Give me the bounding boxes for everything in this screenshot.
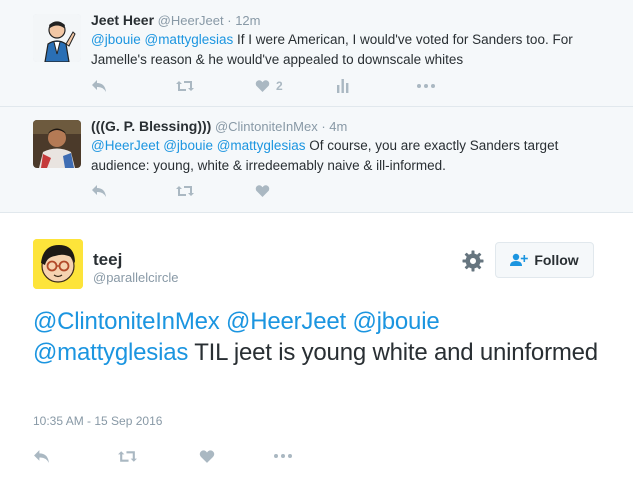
like-icon[interactable] xyxy=(199,447,273,465)
retweet-icon[interactable] xyxy=(175,182,255,200)
author-fullname[interactable]: teej xyxy=(93,250,122,270)
analytics-icon[interactable] xyxy=(337,77,417,95)
avatar[interactable] xyxy=(33,14,81,62)
mention-links[interactable]: @jbouie @mattyglesias xyxy=(91,32,233,47)
reply-header: (((G. P. Blessing))) @ClintoniteInMex · … xyxy=(91,118,347,134)
reply-icon[interactable] xyxy=(33,447,117,465)
author-fullname[interactable]: (((G. P. Blessing))) xyxy=(91,118,211,134)
tweet-actions xyxy=(91,182,270,200)
author-handle[interactable]: @HeerJeet xyxy=(158,13,224,28)
follow-button[interactable]: Follow xyxy=(495,242,594,278)
tweet-actions xyxy=(33,447,293,465)
more-icon[interactable] xyxy=(273,447,293,465)
like-icon[interactable] xyxy=(255,182,270,200)
tweet-body: TIL jeet is young white and uninformed xyxy=(188,339,598,366)
mention-link[interactable]: @mattyglesias xyxy=(33,339,188,366)
avatar[interactable] xyxy=(33,120,81,168)
add-user-icon xyxy=(510,253,529,266)
tweet-time[interactable]: · 4m xyxy=(321,119,347,134)
tweet-actions: 2 xyxy=(91,77,435,95)
reply-icon[interactable] xyxy=(91,182,175,200)
mention-links[interactable]: @ClintoniteInMex @HeerJeet @jbouie xyxy=(33,308,440,335)
retweet-icon[interactable] xyxy=(117,447,199,465)
reply-header: Jeet Heer @HeerJeet · 12m xyxy=(91,12,260,28)
conversation-replies: Jeet Heer @HeerJeet · 12m @jbouie @matty… xyxy=(0,0,633,212)
mention-links[interactable]: @HeerJeet @jbouie @mattyglesias xyxy=(91,138,305,153)
reply-tweet[interactable]: Jeet Heer @HeerJeet · 12m @jbouie @matty… xyxy=(0,0,633,106)
retweet-icon[interactable] xyxy=(175,77,255,95)
gear-icon[interactable] xyxy=(462,250,484,272)
tweet-timestamp[interactable]: 10:35 AM - 15 Sep 2016 xyxy=(33,414,162,428)
author-handle[interactable]: @parallelcircle xyxy=(93,270,178,285)
like-icon[interactable]: 2 xyxy=(255,77,337,95)
author-handle[interactable]: @ClintoniteInMex xyxy=(215,119,318,134)
reply-icon[interactable] xyxy=(91,77,175,95)
tweet-time[interactable]: · 12m xyxy=(227,13,260,28)
follow-button-label: Follow xyxy=(534,252,579,268)
more-icon[interactable] xyxy=(417,77,435,95)
author-fullname[interactable]: Jeet Heer xyxy=(91,12,154,28)
tweet-text: @HeerJeet @jbouie @mattyglesias Of cours… xyxy=(91,136,611,176)
tweet-text: @ClintoniteInMex @HeerJeet @jbouie @matt… xyxy=(33,306,603,368)
avatar[interactable] xyxy=(33,239,83,289)
tweet-text: @jbouie @mattyglesias If I were American… xyxy=(91,30,611,70)
like-count: 2 xyxy=(276,79,283,93)
